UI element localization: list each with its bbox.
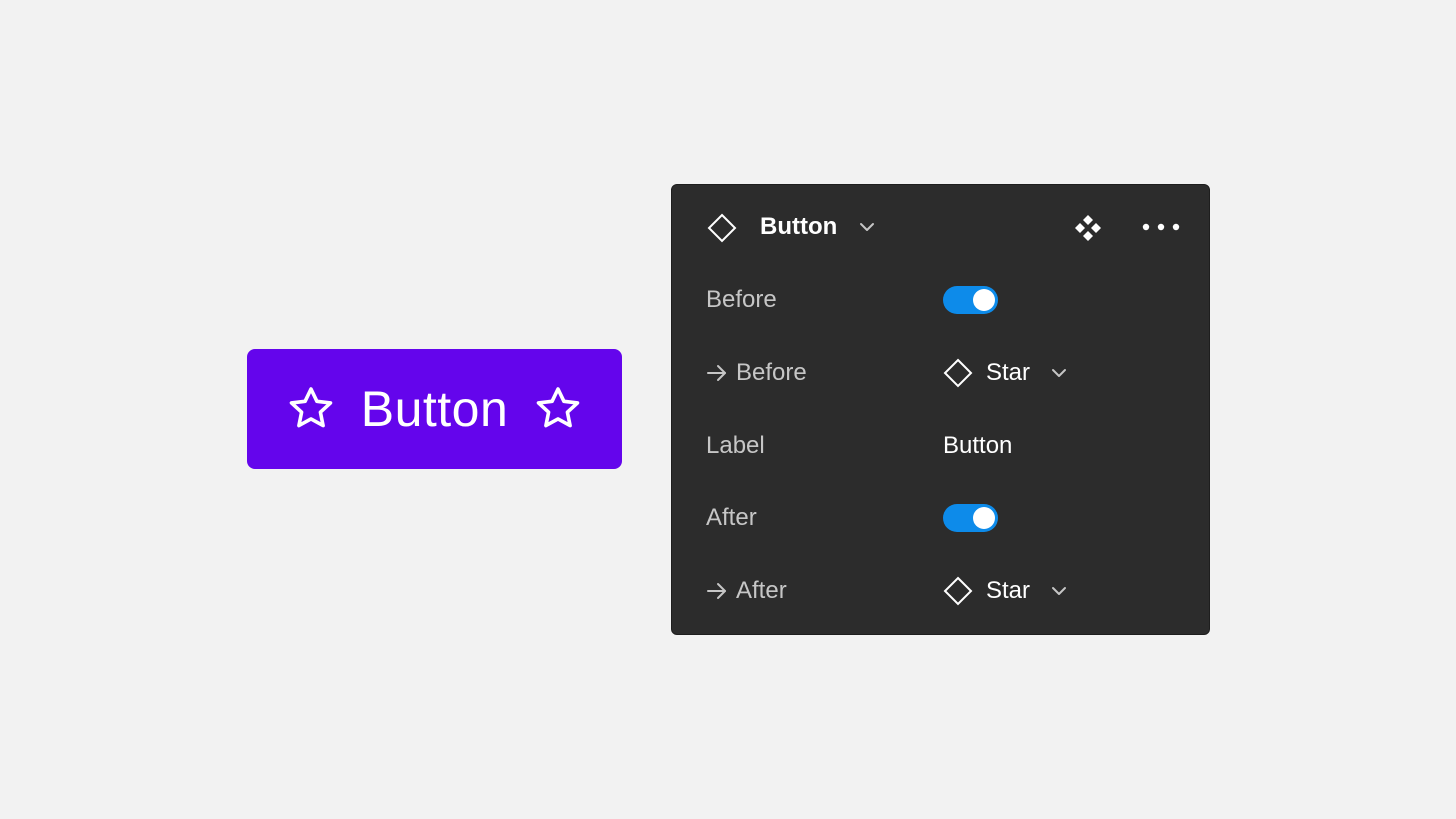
property-row-label: Label Button xyxy=(672,426,1209,466)
property-value xyxy=(943,498,998,538)
properties-panel: Button Before Before Star Label Button A… xyxy=(671,184,1210,635)
property-row-before: Before xyxy=(672,280,1209,320)
preview-button-label: Button xyxy=(360,381,509,437)
property-label-text: Before xyxy=(736,359,807,386)
property-label-text: Before xyxy=(706,286,777,313)
after-instance-select[interactable]: Star xyxy=(943,576,1068,606)
property-label-text: Label xyxy=(706,432,765,459)
chevron-down-icon[interactable] xyxy=(858,220,876,234)
property-label-text: After xyxy=(736,577,787,604)
arrow-right-icon xyxy=(707,365,726,381)
property-label: After xyxy=(706,498,757,538)
more-options-icon[interactable] xyxy=(1141,220,1181,234)
preview-button[interactable]: Button xyxy=(247,349,622,469)
component-diamond-icon xyxy=(707,213,737,243)
property-label: After xyxy=(706,571,787,611)
component-set-icon[interactable] xyxy=(1073,213,1103,243)
instance-diamond-icon xyxy=(943,358,973,388)
instance-diamond-icon xyxy=(943,576,973,606)
property-row-after-instance: After Star xyxy=(672,571,1209,611)
before-instance-select[interactable]: Star xyxy=(943,358,1068,388)
instance-name: Star xyxy=(986,359,1031,386)
property-label-text: After xyxy=(706,504,757,531)
trailing-star-icon xyxy=(536,387,580,428)
property-value: Star xyxy=(943,353,1068,393)
toggle-knob xyxy=(973,289,995,311)
panel-title[interactable]: Button xyxy=(760,212,837,242)
instance-name: Star xyxy=(986,577,1031,604)
arrow-right-icon xyxy=(707,583,726,599)
property-label: Before xyxy=(706,353,807,393)
canvas: Button Button Before Before Star Label B… xyxy=(0,0,1456,819)
property-value: Star xyxy=(943,571,1068,611)
property-label: Before xyxy=(706,280,777,320)
toggle-knob xyxy=(973,507,995,529)
property-row-before-instance: Before Star xyxy=(672,353,1209,393)
panel-header: Button xyxy=(672,185,1209,269)
leading-star-icon xyxy=(289,387,333,428)
chevron-down-icon xyxy=(1052,369,1067,377)
property-label: Label xyxy=(706,426,765,466)
property-value xyxy=(943,280,998,320)
before-toggle[interactable] xyxy=(943,286,998,314)
label-text-field[interactable]: Button xyxy=(943,426,1012,466)
after-toggle[interactable] xyxy=(943,504,998,532)
property-row-after: After xyxy=(672,498,1209,538)
chevron-down-icon xyxy=(1052,587,1067,595)
